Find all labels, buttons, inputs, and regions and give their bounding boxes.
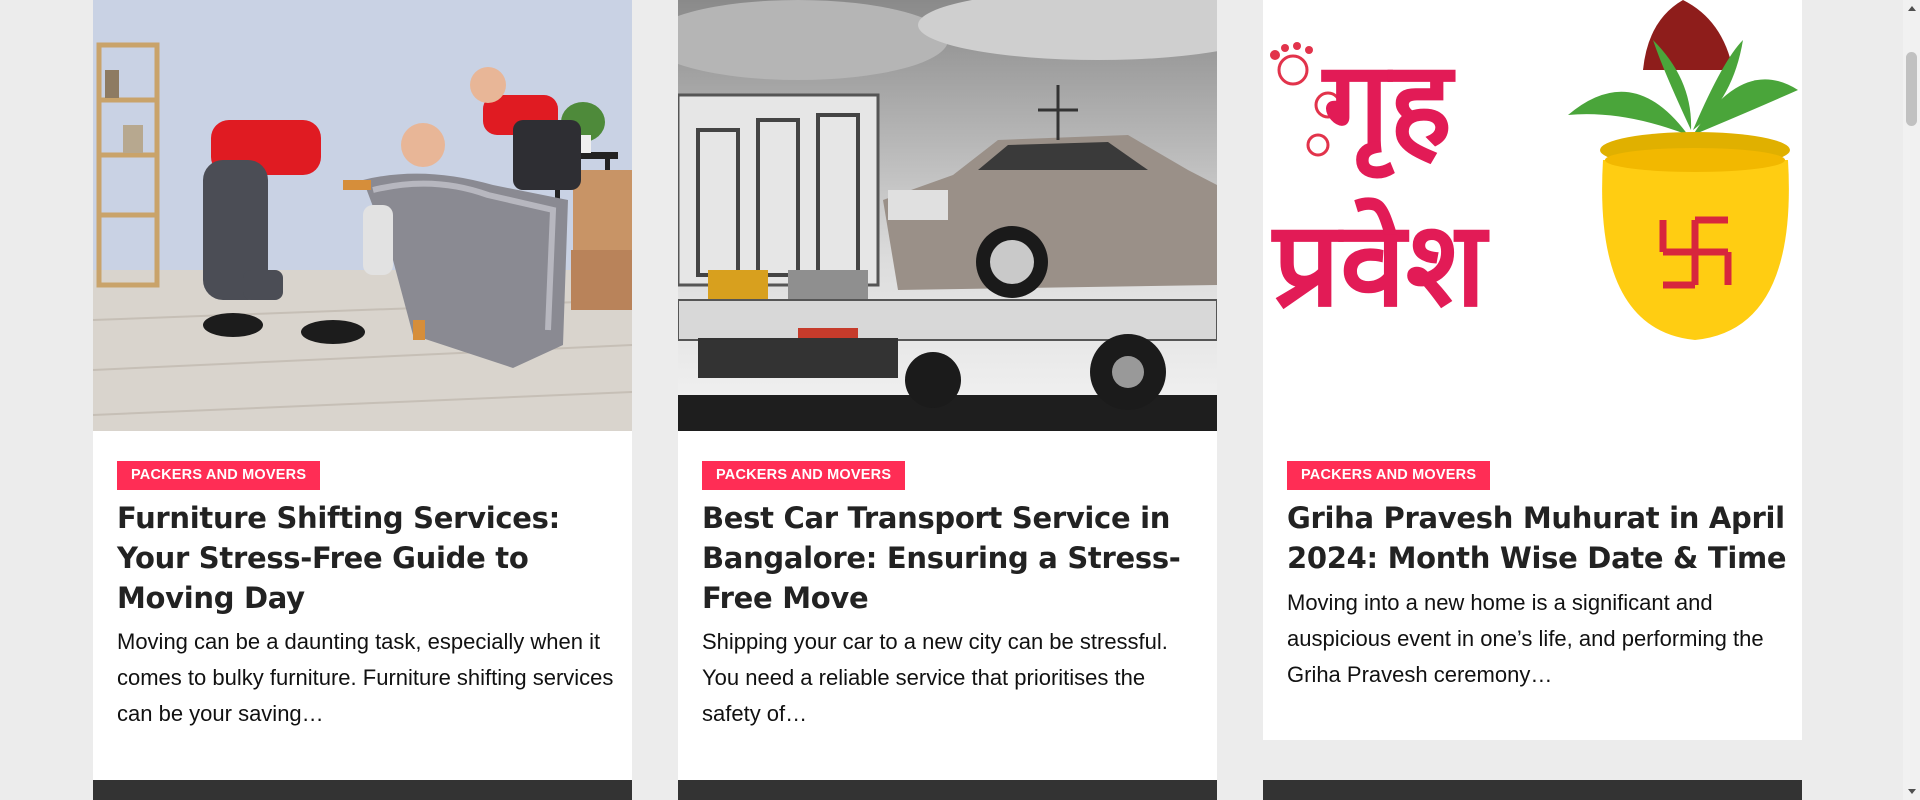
category-badge[interactable]: PACKERS AND MOVERS <box>702 461 906 490</box>
post-card: PACKERS AND MOVERS Best Car Transport Se… <box>678 0 1217 800</box>
hindi-word-pravesh: प्रवेश <box>1271 195 1490 333</box>
post-excerpt: Moving into a new home is a significant … <box>1287 590 1764 687</box>
post-thumbnail[interactable] <box>93 0 632 431</box>
scroll-up-arrow-icon[interactable] <box>1903 0 1920 17</box>
post-card: गृह प्रवेश PACKERS AND MOVERS Griha Prav… <box>1263 0 1802 740</box>
page-scrollbar[interactable] <box>1903 0 1920 800</box>
category-badge[interactable]: PACKERS AND MOVERS <box>117 461 321 490</box>
post-card: PACKERS AND MOVERS Furniture Shifting Se… <box>93 0 632 800</box>
griha-pravesh-image: गृह प्रवेश <box>1263 0 1802 431</box>
post-title[interactable]: Best Car Transport Service in Bangalore:… <box>702 498 1202 618</box>
post-title[interactable]: Griha Pravesh Muhurat in April 2024: Mon… <box>1287 498 1787 578</box>
scrollbar-thumb[interactable] <box>1906 52 1917 126</box>
tow-truck-image <box>678 0 1217 431</box>
post-thumbnail[interactable]: गृह प्रवेश <box>1263 0 1802 431</box>
post-excerpt: Moving can be a daunting task, especiall… <box>117 629 614 726</box>
card-footer-bar <box>1263 780 1802 800</box>
category-badge[interactable]: PACKERS AND MOVERS <box>1287 461 1491 490</box>
card-footer-bar <box>93 780 632 800</box>
movers-image <box>93 0 632 431</box>
post-thumbnail[interactable] <box>678 0 1217 431</box>
post-excerpt: Shipping your car to a new city can be s… <box>702 629 1168 726</box>
hindi-word-griha: गृह <box>1321 35 1456 179</box>
scroll-down-arrow-icon[interactable] <box>1903 783 1920 800</box>
post-title[interactable]: Furniture Shifting Services: Your Stress… <box>117 498 617 618</box>
card-footer-bar <box>678 780 1217 800</box>
post-grid: PACKERS AND MOVERS Furniture Shifting Se… <box>93 0 1803 800</box>
